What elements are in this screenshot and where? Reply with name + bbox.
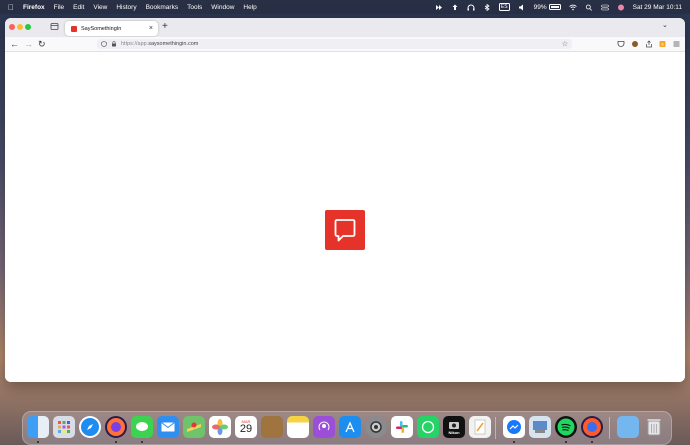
apple-icon[interactable]: 	[8, 3, 14, 12]
firefox-window: SaySomethingIn × + ⌄ ← → ↻ https://app.s…	[5, 18, 685, 382]
zoom-window-button[interactable]	[25, 24, 31, 30]
nikon-icon[interactable]: Nikon	[443, 416, 465, 438]
app-store-icon[interactable]	[339, 416, 361, 438]
forward-button[interactable]: →	[24, 38, 33, 50]
tab-overview-icon[interactable]	[50, 22, 59, 31]
running-indicator	[37, 441, 39, 443]
user-avatar-icon[interactable]	[617, 4, 625, 11]
tracking-protection-icon[interactable]	[101, 41, 107, 47]
pocket-icon[interactable]	[617, 40, 625, 48]
menu-view[interactable]: View	[93, 4, 107, 11]
app-menu-icon[interactable]	[673, 40, 680, 48]
menu-file[interactable]: File	[54, 4, 64, 11]
menu-help[interactable]: Help	[243, 4, 256, 11]
tab-saysomethingin[interactable]: SaySomethingIn ×	[65, 21, 158, 36]
close-window-button[interactable]	[9, 24, 15, 30]
notes-icon[interactable]	[287, 416, 309, 438]
notes-brown-icon[interactable]	[261, 416, 283, 438]
firefox-icon[interactable]	[105, 416, 127, 438]
macos-menubar:  Firefox File Edit View History Bookmar…	[0, 0, 690, 14]
menu-window[interactable]: Window	[211, 4, 234, 11]
running-indicator	[141, 441, 143, 443]
messenger-icon[interactable]	[503, 416, 525, 438]
running-indicator	[115, 441, 117, 443]
upload-icon[interactable]	[451, 4, 459, 11]
messages-icon[interactable]	[131, 416, 153, 438]
system-settings-icon[interactable]	[365, 416, 387, 438]
running-indicator	[591, 441, 593, 443]
search-icon[interactable]	[585, 4, 593, 11]
page-content	[5, 52, 685, 382]
finder-icon[interactable]	[27, 416, 49, 438]
folder-icon[interactable]	[617, 416, 639, 438]
bookmark-star-icon[interactable]: ☆	[562, 40, 568, 48]
running-indicator	[565, 441, 567, 443]
volume-icon[interactable]	[518, 4, 526, 11]
minimize-window-button[interactable]	[17, 24, 23, 30]
pages-icon[interactable]	[469, 416, 491, 438]
battery-percent: 99%	[533, 3, 547, 11]
tab-close-icon[interactable]: ×	[149, 25, 153, 32]
control-center-icon[interactable]	[600, 4, 609, 11]
firefox-dev-icon[interactable]	[581, 416, 603, 438]
trash-icon[interactable]	[643, 416, 665, 438]
list-all-tabs-button[interactable]: ⌄	[662, 21, 668, 29]
nikon-label: Nikon	[448, 429, 460, 435]
spotify-icon[interactable]	[555, 416, 577, 438]
launchpad-icon[interactable]	[53, 416, 75, 438]
battery-icon	[548, 4, 561, 10]
slack-icon[interactable]	[391, 416, 413, 438]
bluetooth-icon[interactable]	[483, 3, 491, 11]
dock-separator	[495, 417, 496, 439]
photos-icon[interactable]	[209, 416, 231, 438]
menu-history[interactable]: History	[116, 4, 136, 11]
playback-icon[interactable]	[435, 4, 443, 11]
menu-bookmarks[interactable]: Bookmarks	[146, 4, 179, 11]
extension-icon[interactable]	[631, 40, 639, 48]
tab-title: SaySomethingIn	[81, 25, 122, 32]
new-tab-button[interactable]: +	[162, 21, 168, 32]
navigation-toolbar: ← → ↻ https://app.saysomethingin.com ☆ 8	[5, 37, 685, 52]
lock-icon[interactable]	[111, 41, 117, 47]
podcasts-icon[interactable]	[313, 416, 335, 438]
menu-app-firefox[interactable]: Firefox	[23, 4, 45, 11]
battery-status[interactable]: 99%	[534, 4, 561, 11]
safari-icon[interactable]	[79, 416, 101, 438]
mail-icon[interactable]	[157, 416, 179, 438]
tab-bar: SaySomethingIn × + ⌄	[5, 18, 685, 37]
menu-edit[interactable]: Edit	[73, 4, 84, 11]
extensions-badge-icon[interactable]: 8	[659, 40, 667, 48]
wifi-icon[interactable]	[568, 4, 577, 11]
menubar-clock[interactable]: Sat 29 Mar 10:11	[633, 4, 682, 11]
running-indicator	[513, 441, 515, 443]
macos-dock: MAR 29 Nikon	[22, 411, 672, 445]
whatsapp-icon[interactable]	[417, 416, 439, 438]
speech-bubble-icon	[334, 219, 356, 242]
dock-separator	[609, 417, 610, 439]
calendar-icon[interactable]: MAR 29	[235, 416, 257, 438]
preview-icon[interactable]	[529, 416, 551, 438]
url-text: https://app.saysomethingin.com	[121, 41, 198, 47]
maps-icon[interactable]	[183, 416, 205, 438]
reload-button[interactable]: ↻	[38, 38, 46, 50]
back-button[interactable]: ←	[10, 38, 19, 50]
headphones-icon[interactable]	[467, 4, 475, 11]
favicon-icon	[71, 25, 77, 32]
url-bar[interactable]: https://app.saysomethingin.com ☆	[97, 39, 572, 49]
share-icon[interactable]	[645, 40, 653, 48]
calendar-day: 29	[239, 423, 253, 435]
url-host: saysomethingin.com	[148, 41, 199, 47]
input-source-indicator[interactable]: ES	[498, 3, 510, 11]
saysomethingin-logo	[325, 210, 365, 250]
menu-tools[interactable]: Tools	[187, 4, 202, 11]
url-prefix: https://app.	[121, 41, 149, 47]
